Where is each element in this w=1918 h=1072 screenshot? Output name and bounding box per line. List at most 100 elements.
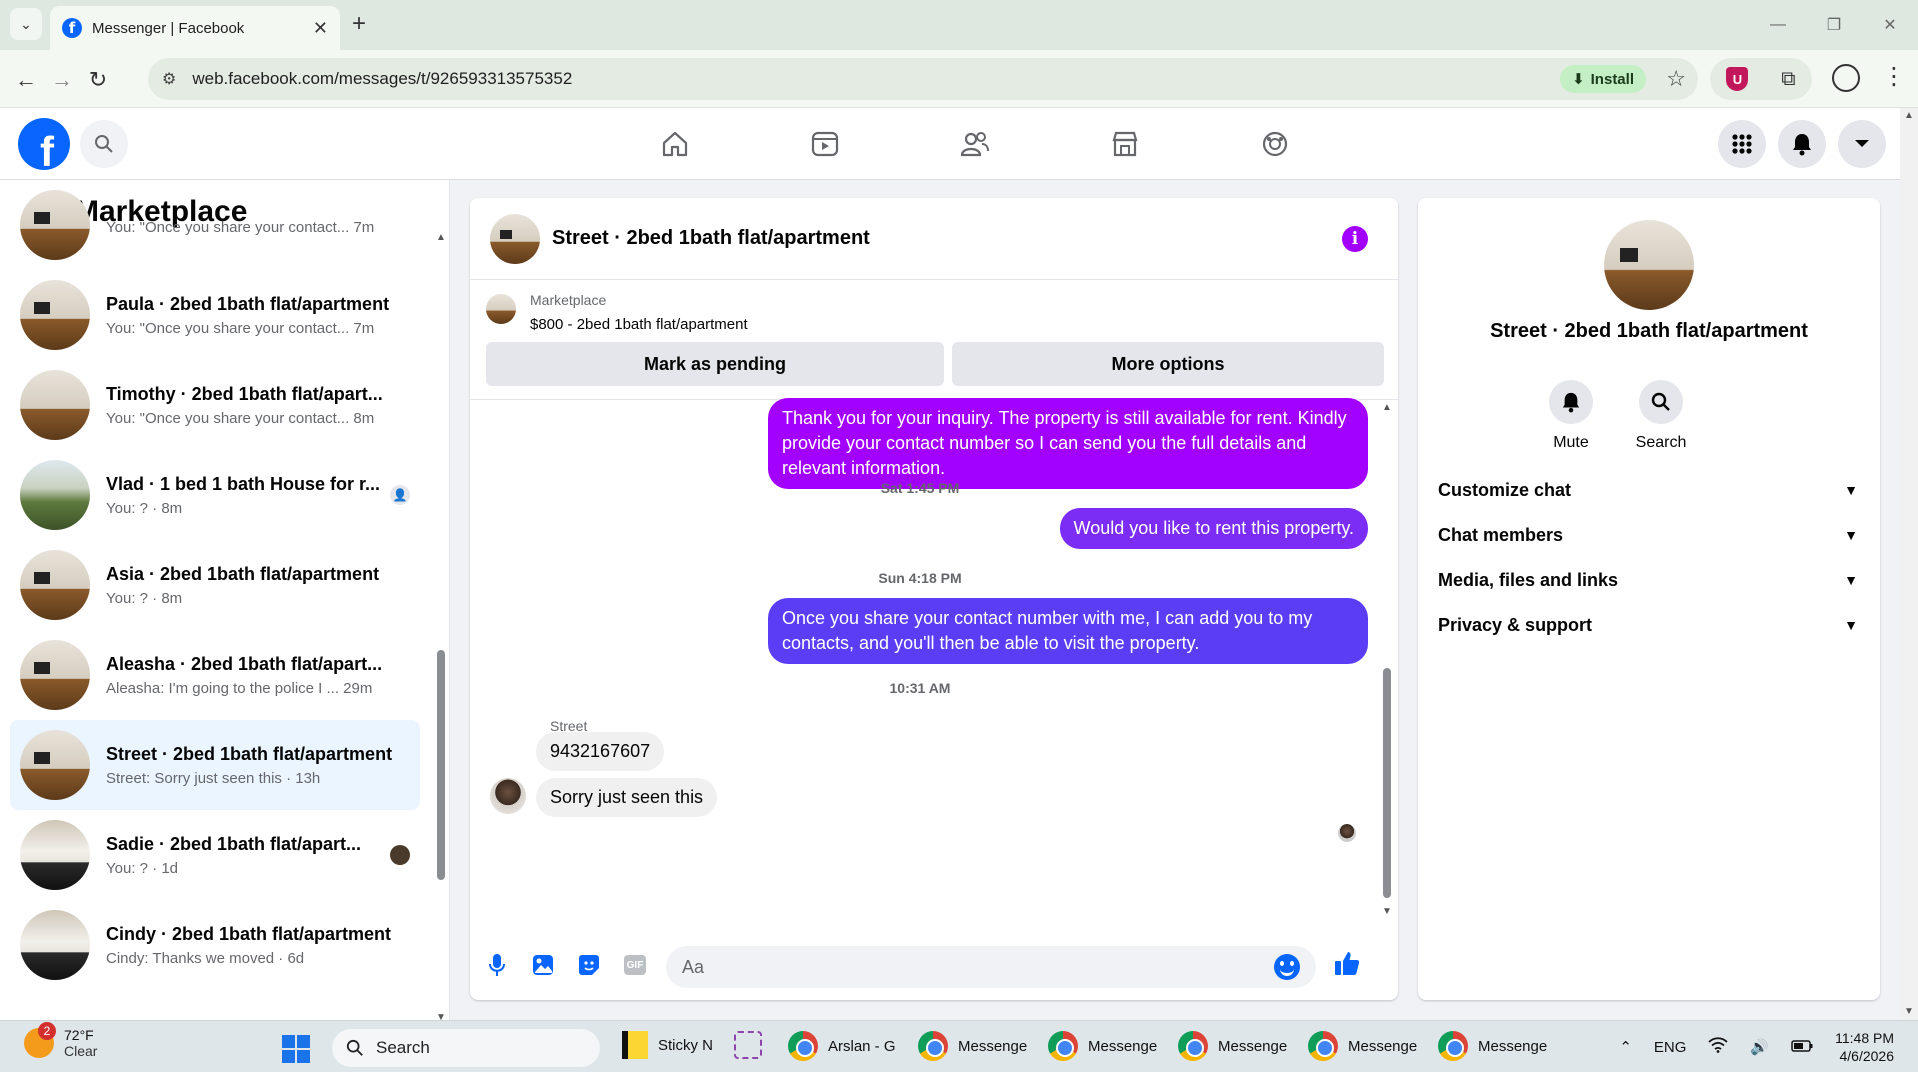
conversation-item[interactable]: Cindy · 2bed 1bath flat/apartment Cindy: … [10,900,420,990]
account-chevron-icon[interactable] [1838,120,1886,168]
volume-icon[interactable]: 🔊 [1750,1038,1769,1056]
install-app-button[interactable]: ⬇ Install [1560,65,1646,93]
mute-bell-icon[interactable] [1549,380,1593,424]
tab-search-button[interactable]: ⌄ [10,8,42,40]
wifi-icon[interactable] [1708,1037,1729,1057]
windows-start-icon[interactable] [282,1035,310,1063]
taskbar-snipping-tool[interactable] [734,1031,762,1059]
search-action[interactable]: Search [1621,380,1701,452]
message-composer: GIF Aa [470,940,1398,1000]
site-info-icon[interactable]: ⚙ [162,69,176,89]
sidebar-scrollbar[interactable]: ▲ ▼ [436,232,446,1020]
conversation-item[interactable]: Aleasha · 2bed 1bath flat/apart... Aleash… [10,630,420,720]
like-thumb-icon[interactable] [1332,948,1362,978]
microphone-icon[interactable] [482,950,512,980]
conversation-info-icon[interactable]: i [1342,226,1368,252]
mark-as-pending-button[interactable]: Mark as pending [486,342,944,386]
emoji-icon[interactable] [1274,954,1300,980]
menu-grid-icon[interactable] [1718,120,1766,168]
weather-widget[interactable]: 2 72°F Clear [24,1022,97,1059]
incoming-message[interactable]: Sorry just seen this [536,778,718,817]
sticker-icon[interactable] [574,950,604,980]
forward-icon[interactable]: → [46,64,78,96]
friends-nav-icon[interactable] [900,108,1050,180]
bookmark-star-icon[interactable]: ☆ [1666,66,1686,92]
minimize-icon[interactable]: — [1750,0,1806,50]
taskbar-messenger-5[interactable]: Messenge [1438,1031,1547,1061]
tab-close-icon[interactable]: ✕ [313,18,328,39]
home-nav-icon[interactable] [600,108,750,180]
chat-scrollbar[interactable]: ▲ ▼ [1382,402,1392,917]
battery-icon[interactable] [1791,1039,1813,1056]
taskbar-messenger-1[interactable]: Messenge [918,1031,1027,1061]
restore-icon[interactable]: ❐ [1806,0,1862,50]
video-nav-icon[interactable] [750,108,900,180]
outgoing-message[interactable]: Once you share your contact number with … [768,598,1368,664]
profile-icon[interactable] [1832,64,1860,92]
listing-thumbnail[interactable] [486,294,516,324]
conversation-item[interactable]: Timothy · 2bed 1bath flat/apart... You: "… [10,360,420,450]
url-text[interactable]: web.facebook.com/messages/t/926593313575… [192,69,572,89]
incoming-message[interactable]: 9432167607 [536,732,665,771]
chat-scroll-thumb[interactable] [1383,668,1391,898]
conversation-item[interactable]: Sadie · 2bed 1bath flat/apart... You: ? ·… [10,810,420,900]
taskbar-sticky-notes[interactable]: Sticky N [622,1031,713,1059]
gif-icon[interactable]: GIF [620,950,650,980]
browser-menu-icon[interactable]: ⋮ [1882,62,1906,91]
search-conversation-icon[interactable] [1639,380,1683,424]
conversation-item[interactable]: You: "Once you share your contact... 7m [10,180,420,270]
extensions-puzzle-icon[interactable]: ⧉ [1781,68,1795,91]
details-avatar[interactable] [1604,220,1694,310]
marketplace-nav-icon[interactable] [1050,108,1200,180]
mute-action[interactable]: Mute [1531,380,1611,452]
page-scroll-down-icon[interactable]: ▼ [1904,1006,1914,1017]
back-icon[interactable]: ← [10,64,42,96]
taskbar-messenger-3[interactable]: Messenge [1178,1031,1287,1061]
conversation-preview: Street: Sorry just seen this · 13h [106,769,321,787]
chat-avatar[interactable] [490,213,540,264]
scroll-down-icon[interactable]: ▼ [436,1012,446,1020]
media-files-links-section[interactable]: Media, files and links ▼ [1438,560,1858,600]
conversation-item[interactable]: Vlad · 1 bed 1 bath House for r... You: ?… [10,450,420,540]
privacy-support-section[interactable]: Privacy & support ▼ [1438,605,1858,645]
facebook-logo-icon[interactable]: f [18,118,70,170]
taskbar-messenger-4[interactable]: Messenge [1308,1031,1417,1061]
browser-tab[interactable]: f Messenger | Facebook ✕ [50,6,340,50]
message-input[interactable]: Aa [666,946,1316,988]
conversation-item-active[interactable]: Street · 2bed 1bath flat/apartment Street… [10,720,420,810]
scroll-up-icon[interactable]: ▲ [436,232,446,243]
conversation-preview: You: "Once you share your contact... 8m [106,409,375,427]
sidebar-scroll-thumb[interactable] [437,650,445,880]
taskbar-messenger-2[interactable]: Messenge [1048,1031,1157,1061]
chat-members-section[interactable]: Chat members ▼ [1438,515,1858,555]
window-controls: — ❐ ✕ [1750,0,1918,50]
address-bar[interactable]: ⚙ web.facebook.com/messages/t/9265933135… [148,58,1698,100]
taskbar-search[interactable]: Search [332,1029,600,1067]
more-options-button[interactable]: More options [952,342,1384,386]
system-clock[interactable]: 11:48 PM 4/6/2026 [1835,1029,1894,1065]
gaming-nav-icon[interactable] [1200,108,1350,180]
new-tab-button[interactable]: + [352,10,366,38]
chat-scroll-down-icon[interactable]: ▼ [1382,906,1392,917]
page-scroll-up-icon[interactable]: ▲ [1904,110,1914,121]
sender-avatar[interactable] [490,778,526,814]
close-window-icon[interactable]: ✕ [1862,0,1918,50]
chat-scroll-up-icon[interactable]: ▲ [1382,402,1392,413]
chat-title[interactable]: Street · 2bed 1bath flat/apartment [552,227,870,250]
reload-icon[interactable]: ↻ [82,64,114,96]
photo-attach-icon[interactable] [528,950,558,980]
customize-chat-section[interactable]: Customize chat ▼ [1438,470,1858,510]
facebook-search-icon[interactable] [80,120,128,168]
conversation-item[interactable]: Asia · 2bed 1bath flat/apartment You: ? ·… [10,540,420,630]
language-indicator[interactable]: ENG [1654,1039,1687,1056]
conversation-preview: Cindy: Thanks we moved · 6d [106,949,305,967]
taskbar-chrome-arslan[interactable]: Arslan - G [788,1031,896,1061]
notifications-bell-icon[interactable] [1778,120,1826,168]
outgoing-message[interactable]: Thank you for your inquiry. The property… [768,398,1368,489]
listing-title[interactable]: $800 - 2bed 1bath flat/apartment [530,316,748,333]
outgoing-message[interactable]: Would you like to rent this property. [1059,508,1368,549]
conversation-item[interactable]: Paula · 2bed 1bath flat/apartment You: "O… [10,270,420,360]
tray-chevron-up-icon[interactable]: ⌃ [1619,1038,1632,1056]
ublock-extension-icon[interactable]: U [1726,67,1749,91]
page-scrollbar[interactable]: ▲ ▼ [1900,108,1918,1020]
